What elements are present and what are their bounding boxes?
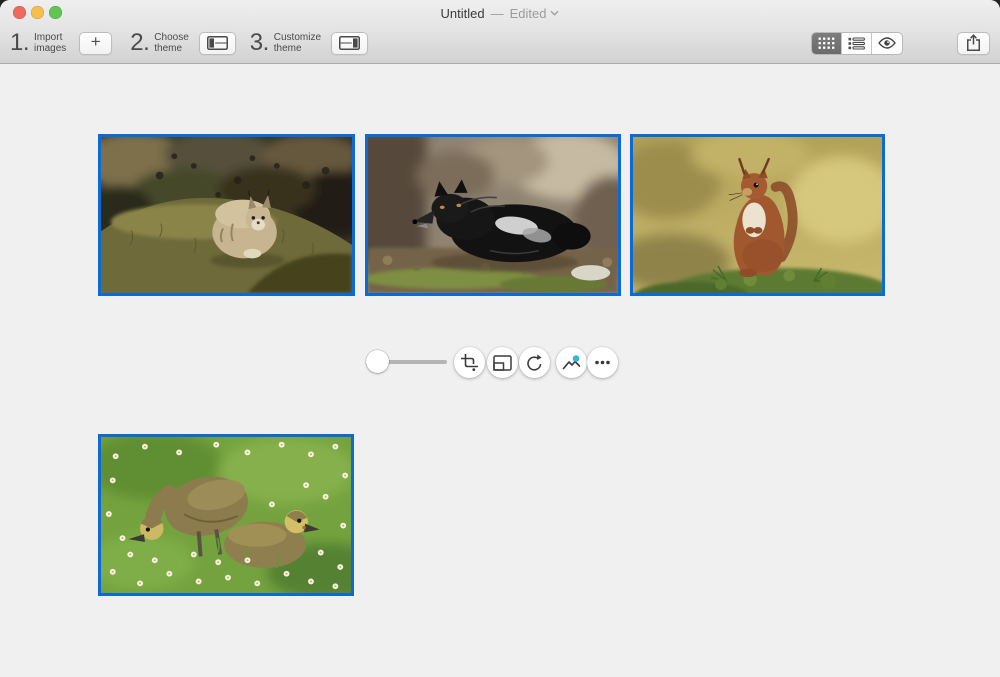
rotate-button[interactable] (519, 347, 550, 378)
step-label: Import images (34, 32, 66, 54)
customize-theme-button[interactable] (331, 32, 368, 55)
step-number: 2. (130, 29, 149, 57)
view-mode-segmented-control (811, 32, 903, 55)
theme-left-panel-icon (207, 36, 228, 50)
app-window: Untitled — Edited 1. Import images (0, 0, 1000, 677)
window-chrome: Untitled — Edited 1. Import images (0, 0, 1000, 64)
chevron-down-icon (550, 10, 559, 16)
list-icon (848, 37, 865, 50)
crop-button[interactable] (454, 347, 485, 378)
document-title: Untitled (441, 6, 485, 21)
share-icon (966, 34, 981, 52)
theme-right-panel-icon (339, 36, 360, 50)
step-customize-theme: 3. Customize theme (250, 29, 368, 57)
step-label: Choose theme (154, 32, 188, 54)
edited-label: Edited (510, 6, 547, 21)
photo-thumbnail-lynx[interactable] (98, 134, 355, 296)
photo-grid (0, 64, 1000, 677)
eye-icon (878, 37, 896, 49)
step-choose-theme: 2. Choose theme (130, 29, 235, 57)
aspect-ratio-button[interactable] (487, 347, 518, 378)
step-number: 1. (10, 29, 29, 57)
grid-icon (818, 37, 835, 50)
adjust-filters-button[interactable] (556, 347, 587, 378)
list-view-button[interactable] (842, 33, 872, 54)
black-wolf-photo (368, 137, 618, 293)
view-controls (811, 32, 990, 55)
crop-icon (460, 353, 479, 372)
zoom-slider-thumb[interactable] (366, 350, 389, 373)
step-label: Customize theme (274, 32, 321, 54)
adjust-mountains-icon (561, 354, 582, 372)
aspect-ratio-icon (493, 355, 512, 371)
choose-theme-button[interactable] (199, 32, 236, 55)
rotate-icon (525, 353, 544, 372)
plus-icon: + (91, 32, 101, 52)
share-button[interactable] (957, 32, 990, 55)
photo-thumbnail-black-wolf[interactable] (365, 134, 621, 296)
import-images-button[interactable]: + (79, 32, 112, 55)
photo-thumbnail-goslings[interactable] (98, 434, 354, 596)
grid-view-button[interactable] (812, 33, 842, 54)
lynx-photo (101, 137, 352, 293)
toolbar: 1. Import images + 2. Choose theme (0, 22, 1000, 64)
adjust-badge (573, 355, 580, 362)
more-ellipsis-icon (593, 353, 612, 372)
titlebar: Untitled — Edited (0, 0, 1000, 22)
red-squirrel-photo (633, 137, 882, 293)
title-separator: — (491, 6, 504, 21)
step-number: 3. (250, 29, 269, 57)
step-import-images: 1. Import images + (10, 29, 112, 57)
preview-button[interactable] (872, 33, 902, 54)
photo-thumbnail-red-squirrel[interactable] (630, 134, 885, 296)
window-title: Untitled — Edited (0, 0, 1000, 22)
more-options-button[interactable] (587, 347, 618, 378)
edited-menu[interactable]: Edited (510, 6, 560, 21)
goslings-photo (101, 437, 351, 593)
